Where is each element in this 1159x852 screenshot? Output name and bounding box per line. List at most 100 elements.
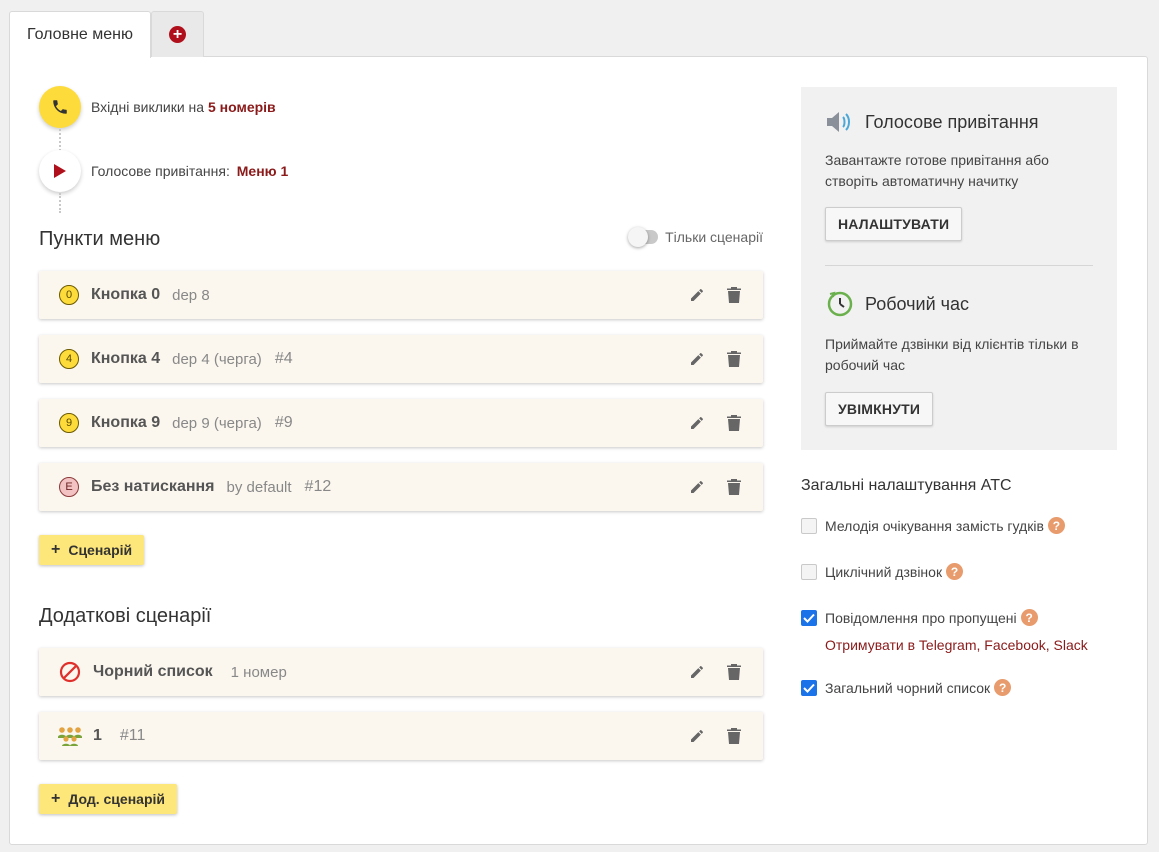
- clock-icon: [825, 289, 855, 319]
- item-sub: dep 8: [172, 286, 210, 304]
- enable-label: УВІМКНУТИ: [838, 401, 921, 417]
- option-label: Загальний чорний список: [825, 679, 991, 696]
- help-icon[interactable]: ?: [1047, 517, 1065, 534]
- greeting-text: Голосове привітання: Меню 1: [91, 163, 288, 179]
- incoming-calls-row: Вхідні виклики на 5 номерів: [39, 86, 276, 128]
- voice-greeting-text: Завантажте готове привітання або створіт…: [825, 152, 1049, 189]
- telegram-link[interactable]: Telegram: [919, 637, 977, 653]
- option-global-blacklist: Загальний чорний список ?: [801, 679, 1012, 696]
- extra-item[interactable]: Чорний список 1 номер: [39, 648, 763, 696]
- item-name: Без натискання: [91, 478, 215, 495]
- voice-greeting-header: Голосове привітання: [825, 107, 1039, 137]
- edit-icon[interactable]: [688, 727, 706, 745]
- trash-icon[interactable]: [725, 286, 743, 304]
- work-hours-title: Робочий час: [865, 293, 970, 314]
- item-sub: dep 9 (черга): [172, 414, 262, 432]
- missed-prefix: Отримувати в: [825, 637, 916, 653]
- option-label: Циклічний дзвінок: [825, 563, 943, 580]
- toggle-label: Тільки сценарії: [665, 229, 763, 245]
- missed-channels: Отримувати в Telegram, Facebook, Slack: [825, 637, 1088, 653]
- menu-item[interactable]: 9 Кнопка 9 dep 9 (черга) #9: [39, 399, 763, 447]
- scenarios-only-toggle[interactable]: Тільки сценарії: [628, 227, 763, 247]
- help-icon[interactable]: ?: [994, 679, 1012, 696]
- item-sub: dep 4 (черга): [172, 350, 262, 368]
- key-badge: 0: [59, 285, 79, 305]
- trash-icon[interactable]: [725, 414, 743, 432]
- enable-button[interactable]: УВІМКНУТИ: [825, 392, 934, 426]
- item-num: #12: [304, 478, 332, 495]
- configure-button[interactable]: НАЛАШТУВАТИ: [825, 207, 963, 241]
- play-icon[interactable]: [39, 150, 81, 192]
- option-missed-notify: Повідомлення про пропущені ?: [801, 609, 1038, 626]
- incoming-numbers-link[interactable]: 5 номерів: [208, 99, 276, 115]
- greeting-prefix: Голосове привітання:: [91, 163, 230, 179]
- extra-item[interactable]: 1 #11: [39, 712, 763, 760]
- tab-add[interactable]: +: [151, 11, 204, 57]
- menu-item[interactable]: E Без натискання by default #12: [39, 463, 763, 511]
- help-icon[interactable]: ?: [946, 563, 964, 580]
- trash-icon[interactable]: [725, 727, 743, 745]
- work-hours-text: Приймайте дзвінки від клієнтів тільки в …: [825, 336, 1079, 373]
- item-num: #4: [274, 350, 293, 367]
- menu-item[interactable]: 4 Кнопка 4 dep 4 (черга) #4: [39, 335, 763, 383]
- tab-main-menu[interactable]: Головне меню: [9, 11, 151, 58]
- general-title: Загальні налаштування АТС: [801, 477, 1012, 494]
- option-cyclic-call: Циклічний дзвінок ?: [801, 563, 964, 580]
- key-badge: E: [59, 477, 79, 497]
- tab-main-menu-label: Головне меню: [27, 26, 133, 43]
- voice-greeting-title: Голосове привітання: [865, 111, 1039, 132]
- flow-connector: [59, 129, 61, 151]
- incoming-prefix: Вхідні виклики на: [91, 99, 205, 115]
- menu-section-title: Пункти меню: [39, 228, 161, 250]
- option-label: Повідомлення про пропущені: [825, 609, 1017, 626]
- greeting-menu-link[interactable]: Меню 1: [237, 163, 289, 179]
- item-name: Кнопка 9: [91, 414, 161, 431]
- checkbox-hold-music[interactable]: [801, 517, 817, 534]
- tab-bar: Головне меню +: [9, 11, 204, 58]
- work-hours-header: Робочий час: [825, 289, 969, 319]
- edit-icon[interactable]: [688, 286, 706, 304]
- help-icon[interactable]: ?: [1020, 609, 1038, 626]
- general-settings: Загальні налаштування АТС Мелодія очікув…: [801, 477, 1141, 696]
- item-name: Кнопка 0: [91, 286, 161, 303]
- flow-connector: [59, 193, 61, 213]
- item-name: Кнопка 4: [91, 350, 161, 367]
- configure-label: НАЛАШТУВАТИ: [838, 216, 950, 232]
- edit-icon[interactable]: [688, 350, 706, 368]
- plus-icon: +: [51, 790, 61, 807]
- trash-icon[interactable]: [725, 478, 743, 496]
- add-icon: +: [169, 26, 186, 43]
- divider: [825, 265, 1093, 266]
- key-badge: 9: [59, 413, 79, 433]
- item-name: 1: [93, 727, 102, 744]
- check-icon: [803, 683, 815, 693]
- item-sub: by default: [226, 478, 292, 496]
- menu-item[interactable]: 0 Кнопка 0 dep 8: [39, 271, 763, 319]
- item-num: #11: [119, 727, 146, 744]
- add-extra-scenario-label: Дод. сценарій: [68, 791, 165, 807]
- block-icon: [59, 661, 81, 683]
- incoming-calls-text: Вхідні виклики на 5 номерів: [91, 99, 276, 115]
- checkbox-global-blacklist[interactable]: [801, 679, 817, 696]
- add-scenario-button[interactable]: + Сценарій: [39, 535, 145, 565]
- item-num: #9: [274, 414, 293, 431]
- item-name: Чорний список: [93, 663, 213, 680]
- people-icon: [57, 725, 83, 747]
- check-icon: [803, 613, 815, 623]
- phone-icon: [39, 86, 81, 128]
- right-panel: Голосове привітання Завантажте готове пр…: [801, 87, 1117, 450]
- extra-section-title: Додаткові сценарії: [39, 605, 212, 627]
- toggle-switch[interactable]: [628, 227, 659, 247]
- add-extra-scenario-button[interactable]: + Дод. сценарій: [39, 784, 177, 814]
- facebook-link[interactable]: Facebook: [984, 637, 1045, 653]
- checkbox-cyclic-call[interactable]: [801, 563, 817, 580]
- trash-icon[interactable]: [725, 663, 743, 681]
- edit-icon[interactable]: [688, 414, 706, 432]
- edit-icon[interactable]: [688, 478, 706, 496]
- slack-link[interactable]: Slack: [1054, 637, 1088, 653]
- edit-icon[interactable]: [688, 663, 706, 681]
- checkbox-missed-notify[interactable]: [801, 609, 817, 626]
- speaker-icon: [825, 107, 855, 137]
- trash-icon[interactable]: [725, 350, 743, 368]
- add-scenario-label: Сценарій: [68, 542, 133, 558]
